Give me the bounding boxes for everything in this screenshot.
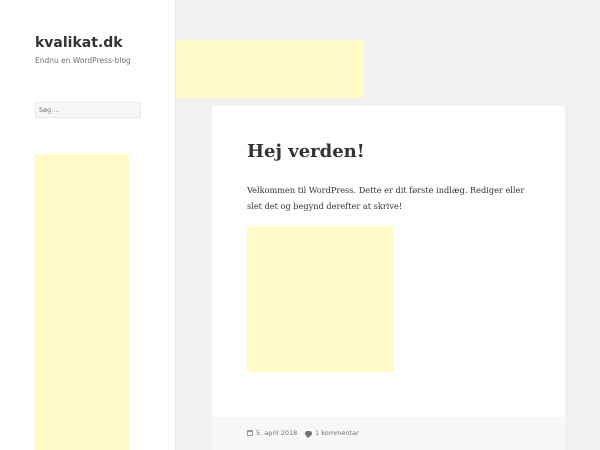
comments-link[interactable]: 1 kommentar xyxy=(315,429,359,437)
post: Hej verden! Velkommen til WordPress. Det… xyxy=(212,106,565,450)
post-date: 5. april 2018 xyxy=(247,429,297,437)
post-title[interactable]: Hej verden! xyxy=(247,141,365,162)
search-input[interactable] xyxy=(36,103,140,117)
sidebar: kvalikat.dk Endnu en WordPress-blog xyxy=(0,0,176,450)
site-description: Endnu en WordPress-blog xyxy=(35,56,131,65)
comment-bubble-icon xyxy=(305,430,312,438)
post-date-link[interactable]: 5. april 2018 xyxy=(256,429,297,437)
post-ad-placeholder xyxy=(247,226,394,372)
post-footer: 5. april 2018 1 kommentar xyxy=(212,417,565,450)
site-title[interactable]: kvalikat.dk xyxy=(35,35,123,51)
post-content: Velkommen til WordPress. Dette er dit fø… xyxy=(247,185,525,211)
calendar-icon xyxy=(247,430,253,436)
header-ad-placeholder xyxy=(176,40,364,98)
search-form xyxy=(35,102,141,118)
post-comments: 1 kommentar xyxy=(305,429,359,438)
sidebar-ad-placeholder xyxy=(35,154,129,450)
